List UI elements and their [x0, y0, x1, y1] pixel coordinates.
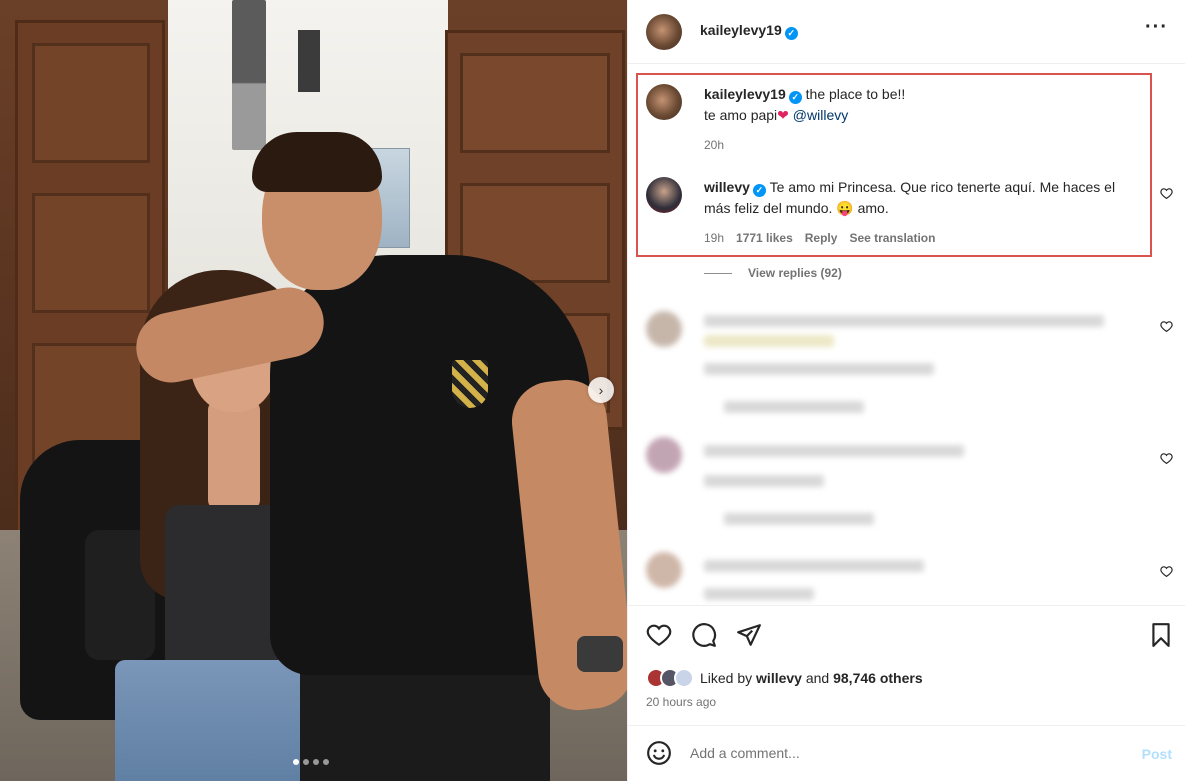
- caption-text-line2: te amo papi: [704, 107, 778, 123]
- caption-time: 20h: [704, 138, 725, 152]
- mention-link[interactable]: @willevy: [793, 107, 848, 123]
- post-comment-button[interactable]: Post: [1142, 746, 1172, 762]
- like-heart-icon[interactable]: [646, 622, 672, 648]
- man-hair: [252, 132, 382, 192]
- woman-neck: [208, 400, 260, 510]
- lamp-fixture: [232, 0, 266, 150]
- author-avatar[interactable]: [646, 14, 682, 50]
- caption-username[interactable]: kaileylevy19: [704, 86, 786, 102]
- liked-by-prefix: Liked by: [700, 670, 753, 686]
- like-comment-heart-icon[interactable]: [1160, 452, 1173, 465]
- verified-badge-icon: ✓: [784, 27, 798, 40]
- comment-time: 19h: [704, 231, 725, 245]
- emoji-smiley-icon[interactable]: [646, 740, 672, 766]
- like-comment-heart-icon[interactable]: [1160, 187, 1173, 200]
- blurred-comment: [646, 437, 1126, 527]
- comment-avatar[interactable]: [646, 177, 682, 213]
- post-sidebar: kaileylevy19 ✓ ··· kaileylevy19 ✓ the plac…: [627, 0, 1185, 781]
- carousel-dot: [313, 759, 319, 765]
- chevron-right-icon: ›: [598, 382, 604, 398]
- verified-badge-icon: ✓: [788, 91, 802, 104]
- caption-text: the place to be!!: [805, 86, 906, 102]
- post-header: kaileylevy19 ✓ ···: [628, 0, 1185, 64]
- caption-avatar[interactable]: [646, 84, 682, 120]
- wall-box: [298, 30, 320, 92]
- see-translation-button[interactable]: See translation: [849, 228, 935, 249]
- liked-by: Liked by willevy and 98,746 others: [646, 668, 923, 688]
- shirt-crest: [452, 360, 488, 408]
- like-comment-heart-icon[interactable]: [1160, 565, 1173, 578]
- author-username[interactable]: kaileylevy19 ✓: [700, 22, 798, 40]
- woman-jeans: [115, 660, 305, 781]
- carousel-dot: [323, 759, 329, 765]
- verified-badge-icon: ✓: [752, 184, 766, 197]
- comment-input[interactable]: Add a comment...: [690, 745, 800, 761]
- post-time-ago: 20 hours ago: [646, 695, 717, 709]
- view-replies-label: View replies (92): [748, 266, 842, 280]
- reply-button[interactable]: Reply: [805, 228, 838, 249]
- comment-text: Te amo mi Princesa. Que rico tenerte aqu…: [704, 179, 1116, 216]
- heart-emoji: ❤: [777, 107, 789, 123]
- comment-likes[interactable]: 1771 likes: [736, 228, 793, 249]
- more-options-icon[interactable]: ···: [1145, 16, 1168, 39]
- wristwatch: [577, 636, 623, 672]
- caption: kaileylevy19 ✓ the place to be!! te amo p…: [646, 84, 1146, 154]
- like-comment-heart-icon[interactable]: [1160, 320, 1173, 333]
- comment-composer: Add a comment... Post: [628, 725, 1185, 781]
- carousel-dot: [303, 759, 309, 765]
- post-photo[interactable]: ›: [0, 0, 627, 781]
- comment-bubble-icon[interactable]: [691, 622, 717, 648]
- likes-count-link[interactable]: 98,746 others: [833, 670, 923, 686]
- comment-willevy: willevy ✓ Te amo mi Princesa. Que rico te…: [646, 177, 1146, 247]
- view-replies-button[interactable]: View replies (92): [704, 266, 842, 280]
- liked-by-and: and: [805, 670, 830, 686]
- bookmark-icon[interactable]: [1148, 622, 1174, 648]
- comment-username[interactable]: willevy: [704, 179, 750, 195]
- blurred-comment: [646, 311, 1126, 421]
- liker-avatar: [674, 668, 694, 688]
- reply-divider: [704, 272, 732, 274]
- post-actions: Liked by willevy and 98,746 others 20 ho…: [628, 605, 1185, 725]
- carousel-dots: [293, 759, 329, 765]
- liked-by-user-link[interactable]: willevy: [756, 670, 802, 686]
- share-paper-plane-icon[interactable]: [736, 622, 762, 648]
- next-photo-button[interactable]: ›: [588, 377, 614, 403]
- blurred-comment: [646, 552, 1126, 602]
- carousel-dot: [293, 759, 299, 765]
